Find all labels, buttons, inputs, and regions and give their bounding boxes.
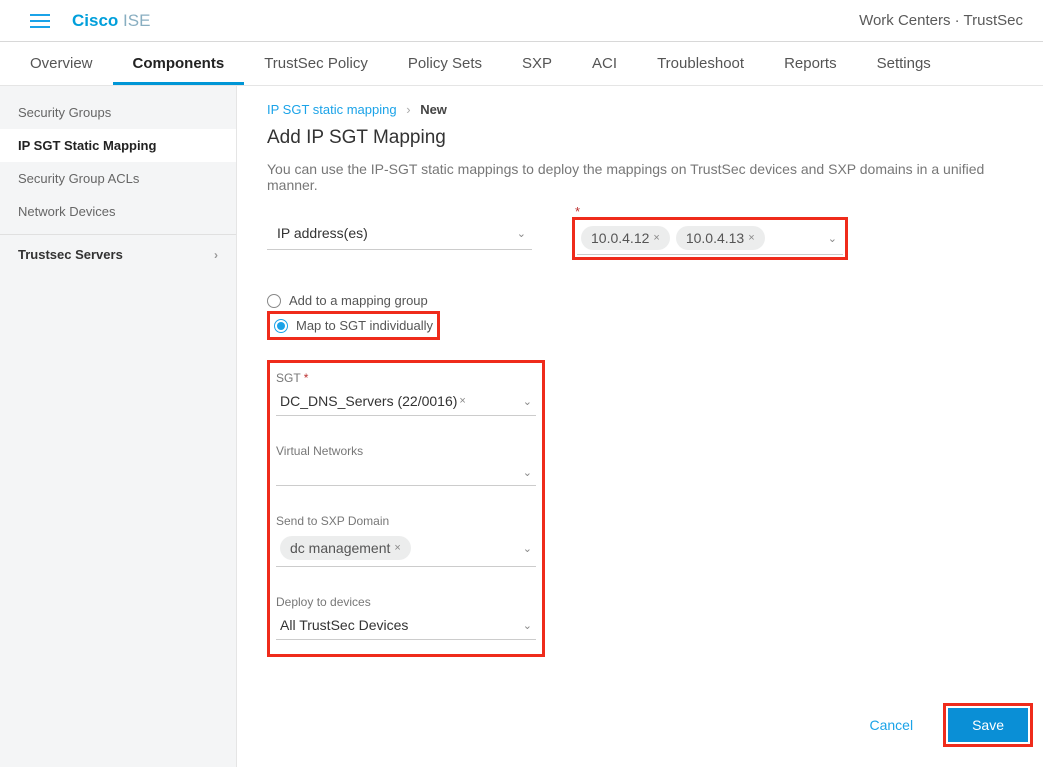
- sxp-tag-value: dc management: [290, 540, 390, 556]
- sgt-form-highlight: SGT * DC_DNS_Servers (22/0016) × ⌄ Virtu…: [267, 360, 545, 657]
- sidebar-section-label: Trustsec Servers: [18, 247, 123, 262]
- tab-overview[interactable]: Overview: [10, 42, 113, 85]
- content-area: IP SGT static mapping › New Add IP SGT M…: [237, 86, 1043, 767]
- close-icon[interactable]: ×: [653, 232, 659, 244]
- virtual-networks-select[interactable]: ⌄: [276, 462, 536, 486]
- sxp-domain-label: Send to SXP Domain: [276, 514, 536, 528]
- ip-tag-value: 10.0.4.13: [686, 230, 744, 246]
- mapping-radio-group: Add to a mapping group Map to SGT indivi…: [267, 290, 1013, 340]
- radio-icon: [267, 294, 281, 308]
- radio-add-to-group[interactable]: Add to a mapping group: [267, 290, 1013, 311]
- radio-label: Map to SGT individually: [296, 318, 433, 333]
- close-icon[interactable]: ×: [394, 542, 400, 554]
- tab-policy-sets[interactable]: Policy Sets: [388, 42, 502, 85]
- radio-map-individually[interactable]: Map to SGT individually: [274, 315, 433, 336]
- chevron-down-icon: ⌄: [523, 395, 532, 408]
- sidebar-item-ip-sgt-static-mapping[interactable]: IP SGT Static Mapping: [0, 129, 236, 162]
- main-tabs: Overview Components TrustSec Policy Poli…: [0, 42, 1043, 86]
- sgt-label: SGT *: [276, 371, 536, 385]
- tab-reports[interactable]: Reports: [764, 42, 857, 85]
- tab-aci[interactable]: ACI: [572, 42, 637, 85]
- close-icon[interactable]: ×: [459, 395, 465, 407]
- chevron-right-icon: ›: [214, 248, 218, 262]
- chevron-down-icon: ⌄: [517, 227, 526, 240]
- save-button[interactable]: Save: [948, 708, 1028, 742]
- sgt-value: DC_DNS_Servers (22/0016): [280, 393, 457, 409]
- tab-trustsec-policy[interactable]: TrustSec Policy: [244, 42, 388, 85]
- radio-label: Add to a mapping group: [289, 293, 428, 308]
- header-left: Cisco ISE: [30, 11, 150, 31]
- sidebar-section-trustsec-servers[interactable]: Trustsec Servers ›: [0, 234, 236, 274]
- close-icon[interactable]: ×: [748, 232, 754, 244]
- deploy-value: All TrustSec Devices: [280, 617, 408, 633]
- sidebar-item-network-devices[interactable]: Network Devices: [0, 195, 236, 228]
- tab-troubleshoot[interactable]: Troubleshoot: [637, 42, 764, 85]
- logo-text-b: ISE: [123, 11, 150, 30]
- cancel-button[interactable]: Cancel: [851, 707, 931, 743]
- action-bar: Cancel Save: [851, 703, 1033, 747]
- ip-tag[interactable]: 10.0.4.13 ×: [676, 226, 765, 250]
- ip-tag[interactable]: 10.0.4.12 ×: [581, 226, 670, 250]
- menu-icon[interactable]: [30, 14, 50, 28]
- logo-text-a: Cisco: [72, 11, 118, 30]
- page-title: Add IP SGT Mapping: [267, 127, 1013, 149]
- ip-tag-value: 10.0.4.12: [591, 230, 649, 246]
- radio-map-individually-highlight: Map to SGT individually: [267, 311, 440, 340]
- sgt-select[interactable]: DC_DNS_Servers (22/0016) × ⌄: [276, 389, 536, 416]
- breadcrumb: IP SGT static mapping › New: [267, 102, 1013, 117]
- ip-addresses-field[interactable]: 10.0.4.12 × 10.0.4.13 × ⌄: [577, 222, 843, 255]
- tab-settings[interactable]: Settings: [857, 42, 951, 85]
- page-description: You can use the IP-SGT static mappings t…: [267, 161, 1013, 193]
- logo: Cisco ISE: [72, 11, 150, 31]
- chevron-down-icon: ⌄: [828, 232, 837, 245]
- sxp-domain-select[interactable]: dc management × ⌄: [276, 532, 536, 567]
- deploy-label: Deploy to devices: [276, 595, 536, 609]
- save-button-highlight: Save: [943, 703, 1033, 747]
- breadcrumb-current: New: [420, 102, 447, 117]
- header-breadcrumb: Work Centers · TrustSec: [859, 12, 1023, 29]
- chevron-down-icon: ⌄: [523, 466, 532, 479]
- chevron-right-icon: ›: [406, 102, 410, 117]
- deploy-select[interactable]: All TrustSec Devices ⌄: [276, 613, 536, 640]
- tab-sxp[interactable]: SXP: [502, 42, 572, 85]
- type-select-field[interactable]: IP address(es) ⌄: [267, 217, 532, 250]
- chevron-down-icon: ⌄: [523, 619, 532, 632]
- virtual-networks-label: Virtual Networks: [276, 444, 536, 458]
- type-select-value: IP address(es): [277, 225, 368, 241]
- tab-components[interactable]: Components: [113, 42, 245, 85]
- sidebar: Security Groups IP SGT Static Mapping Se…: [0, 86, 237, 767]
- chevron-down-icon: ⌄: [523, 542, 532, 555]
- radio-icon: [274, 319, 288, 333]
- sidebar-item-security-groups[interactable]: Security Groups: [0, 96, 236, 129]
- sxp-tag[interactable]: dc management ×: [280, 536, 411, 560]
- app-header: Cisco ISE Work Centers · TrustSec: [0, 0, 1043, 42]
- breadcrumb-link[interactable]: IP SGT static mapping: [267, 102, 397, 117]
- sidebar-item-security-group-acls[interactable]: Security Group ACLs: [0, 162, 236, 195]
- ip-addresses-field-highlight: 10.0.4.12 × 10.0.4.13 × ⌄: [572, 217, 848, 260]
